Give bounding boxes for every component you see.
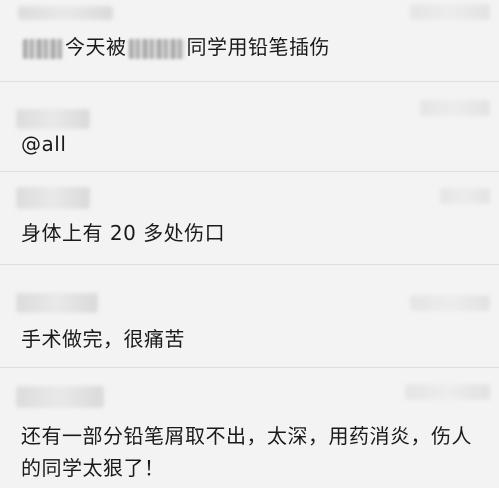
- sender-name-redacted: [16, 109, 90, 129]
- chat-message[interactable]: 今天被 同学用铅笔插伤: [0, 0, 499, 82]
- message-text-part: 同学用铅笔插伤: [186, 35, 330, 59]
- message-meta-redacted: [410, 4, 490, 20]
- sender-name-redacted: [18, 6, 113, 20]
- message-text: 手术做完，很痛苦: [21, 327, 185, 351]
- message-text: 还有一部分铅笔屑取不出，太深，用药消炎，伤人的同学太狠了！: [21, 424, 472, 480]
- redacted-name-1: [23, 38, 63, 59]
- redacted-name-2: [128, 38, 185, 59]
- chat-message[interactable]: @all: [0, 82, 499, 172]
- message-meta-redacted: [405, 384, 490, 400]
- chat-message[interactable]: 身体上有 20 多处伤口: [0, 172, 499, 265]
- message-text: 今天被 同学用铅笔插伤: [21, 31, 485, 63]
- message-meta-redacted: [410, 295, 490, 311]
- chat-message[interactable]: 手术做完，很痛苦: [0, 265, 499, 368]
- message-meta-redacted: [440, 188, 490, 204]
- message-meta-redacted: [420, 100, 490, 116]
- sender-name-redacted: [16, 293, 98, 313]
- sender-name-redacted: [16, 187, 90, 209]
- sender-name-redacted: [16, 386, 104, 408]
- chat-thread: 今天被 同学用铅笔插伤 @all 身体上有 20 多处伤口 手术做完，很痛苦 还有…: [0, 0, 499, 488]
- message-text: @all: [21, 132, 67, 156]
- message-text: 身体上有 20 多处伤口: [21, 221, 226, 245]
- chat-message[interactable]: 还有一部分铅笔屑取不出，太深，用药消炎，伤人的同学太狠了！: [0, 368, 499, 488]
- message-text-part: 今天被: [65, 35, 127, 59]
